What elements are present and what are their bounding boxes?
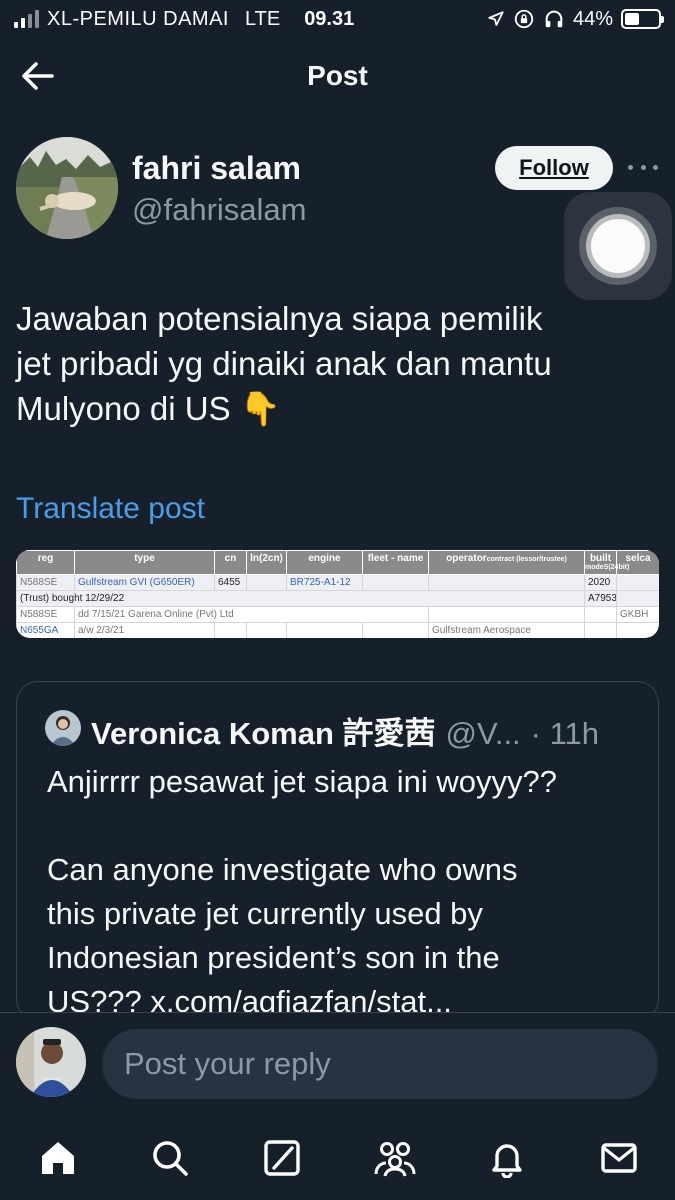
carrier-name: XL-PEMILU DAMAI: [47, 7, 229, 30]
network-type: LTE: [244, 7, 281, 30]
nav-communities[interactable]: [373, 1136, 417, 1180]
signal-strength-icon: [14, 10, 39, 28]
table-header: cn: [214, 550, 247, 575]
table-header: built modeS(24bit): [584, 550, 629, 575]
post-text: Jawaban potensialnya siapa pemilik jet p…: [16, 300, 552, 427]
table-row: (Trust) bought 12/29/22 A79535: [16, 590, 659, 607]
search-icon: [153, 1141, 188, 1176]
battery-percent: 44%: [572, 7, 613, 30]
messages-icon: [601, 1143, 637, 1173]
table-header: reg: [16, 550, 75, 575]
reply-input[interactable]: [102, 1029, 658, 1099]
table-header: type: [74, 550, 215, 575]
reply-bar: [0, 1012, 675, 1112]
follow-button[interactable]: Follow: [495, 146, 613, 190]
table-header: engine: [286, 550, 363, 575]
clock: 09.31: [304, 7, 355, 30]
table-header: ln(2cn): [246, 550, 287, 575]
top-header: Post: [0, 44, 675, 108]
registry-table: reg type cn ln(2cn) engine fleet - name …: [16, 550, 659, 638]
battery-icon: [621, 9, 664, 29]
quote-timestamp: · 11h: [530, 716, 600, 751]
bottom-nav: [0, 1112, 675, 1200]
notifications-icon: [492, 1144, 522, 1178]
quote-text: Anjirrrr pesawat jet siapa ini woyyy?? C…: [47, 764, 557, 1019]
author-avatar[interactable]: [16, 137, 118, 239]
post-media-image[interactable]: reg type cn ln(2cn) engine fleet - name …: [16, 550, 659, 638]
headphones-icon: [545, 10, 563, 28]
nav-grok[interactable]: [260, 1136, 304, 1180]
nav-messages[interactable]: [597, 1136, 641, 1180]
table-row: N588SE dd 7/15/21 Garena Online (Pvt) Lt…: [16, 606, 659, 623]
orientation-lock-icon: [514, 9, 534, 29]
location-icon: [488, 11, 504, 26]
nav-search[interactable]: [148, 1136, 192, 1180]
translate-post-link[interactable]: Translate post: [16, 492, 205, 526]
quoted-post[interactable]: Veronica Koman 許愛茜 @V... · 11h Anjirrrr …: [16, 681, 659, 1021]
grok-icon: [264, 1140, 301, 1176]
home-icon: [42, 1142, 74, 1174]
table-header: fleet - name: [362, 550, 429, 575]
assistive-touch-button[interactable]: [564, 192, 672, 300]
table-row: N655GA a/w 2/3/21 Gulfstream Aerospace: [16, 622, 659, 638]
nav-home[interactable]: [36, 1136, 80, 1180]
communities-icon: [374, 1142, 416, 1177]
quote-header: Veronica Koman 許愛茜 @V... · 11h: [91, 708, 599, 753]
table-header: operatorcontract (lessor/trustee): [428, 550, 585, 575]
more-options-button[interactable]: [628, 154, 658, 180]
author-handle[interactable]: @fahrisalam: [132, 192, 306, 228]
status-bar: XL-PEMILU DAMAI LTE 09.31 44%: [0, 0, 675, 38]
nav-notifications[interactable]: [485, 1136, 529, 1180]
user-avatar[interactable]: [16, 1027, 86, 1097]
quote-author-avatar: [45, 710, 81, 746]
table-row: N588SE Gulfstream GVI (G650ER) 6455 BR72…: [16, 574, 659, 591]
author-name[interactable]: fahri salam: [132, 150, 301, 187]
page-title: Post: [307, 60, 368, 91]
quote-author-name: Veronica Koman 許愛茜: [91, 716, 436, 751]
quote-author-handle: @V...: [445, 716, 521, 751]
